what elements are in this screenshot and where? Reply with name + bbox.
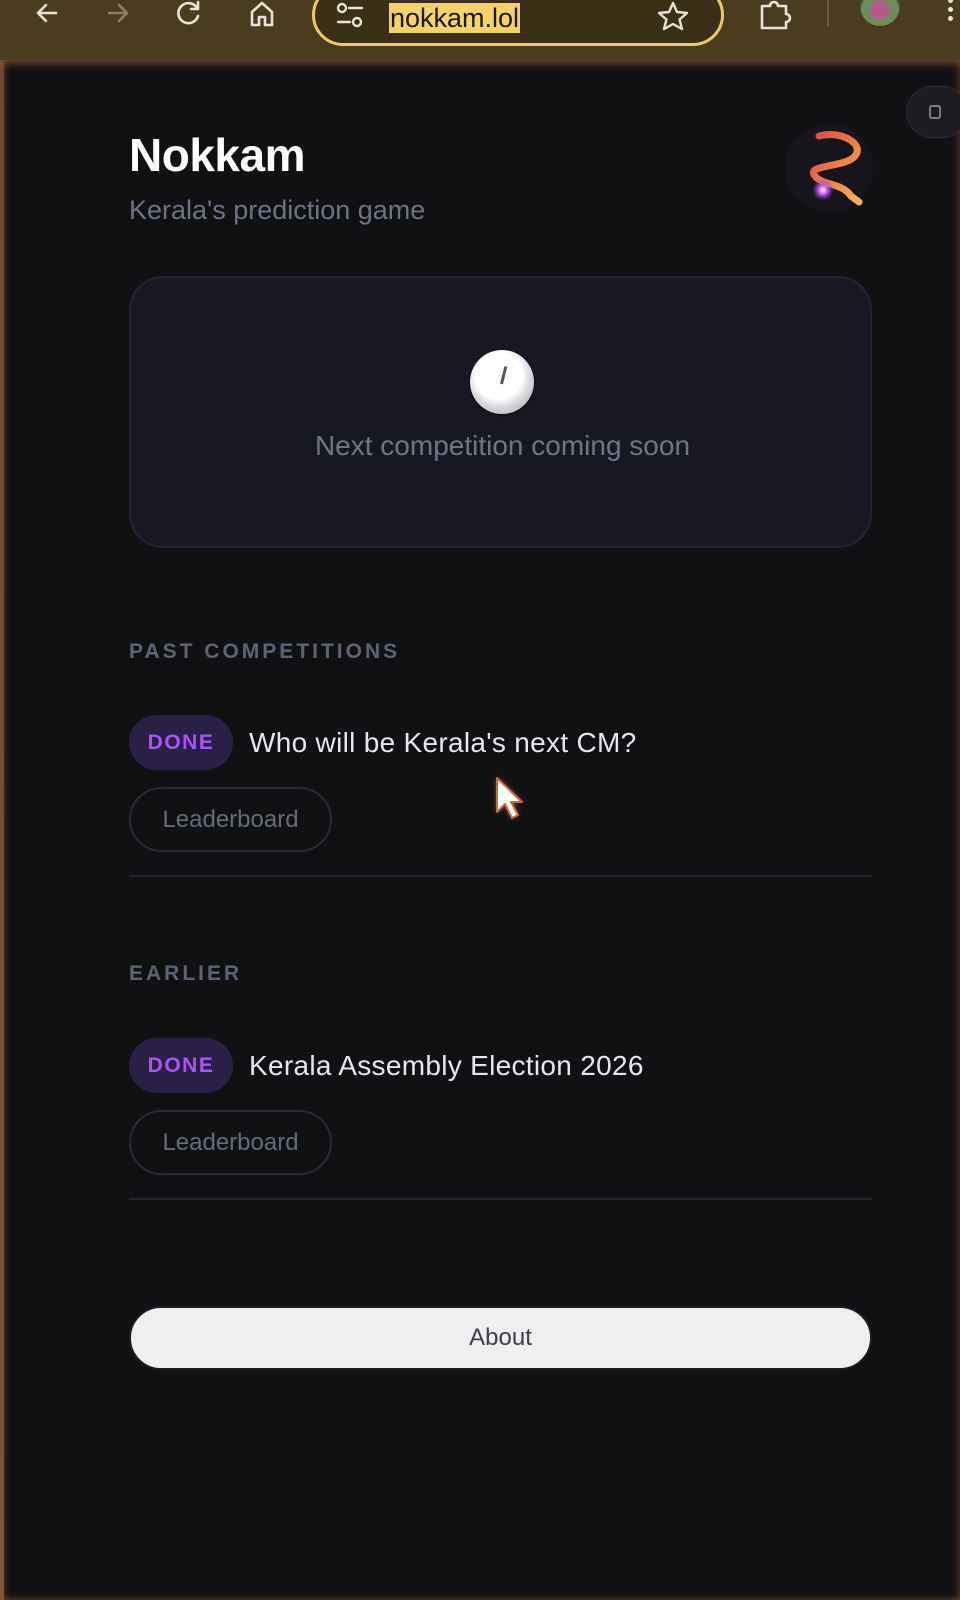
back-arrow-icon[interactable]	[27, 0, 67, 28]
lock-icon	[929, 105, 941, 119]
about-button[interactable]: About	[129, 1306, 872, 1370]
bookmark-star-icon[interactable]	[657, 1, 689, 36]
address-bar[interactable]: nokkam.lol	[312, 0, 724, 46]
toolbar-separator	[827, 0, 829, 26]
section-heading-past: PAST COMPETITIONS	[129, 640, 401, 663]
forward-arrow-icon[interactable]	[98, 0, 138, 28]
menu-dots-icon[interactable]	[948, 0, 956, 25]
competition-item: DONE Who will be Kerala's next CM? Leade…	[129, 715, 872, 877]
upcoming-competition-card: Next competition coming soon	[129, 276, 872, 548]
page-subtitle: Kerala's prediction game	[129, 195, 426, 225]
status-badge: DONE	[129, 715, 233, 770]
leaderboard-button[interactable]: Leaderboard	[129, 787, 332, 852]
divider	[129, 1198, 872, 1200]
competition-item: DONE Kerala Assembly Election 2026 Leade…	[129, 1038, 872, 1200]
section-heading-earlier: EARLIER	[129, 962, 243, 985]
url-text[interactable]: nokkam.lol	[389, 3, 521, 33]
competition-title[interactable]: Kerala Assembly Election 2026	[249, 1050, 644, 1082]
clock-icon	[470, 350, 534, 414]
divider	[129, 875, 872, 877]
page-viewport: Nokkam Kerala's prediction game Next com…	[0, 60, 960, 1600]
profile-avatar[interactable]	[860, 0, 900, 26]
lock-toggle-button[interactable]	[906, 86, 960, 138]
page-title: Nokkam	[129, 129, 305, 181]
reload-icon[interactable]	[169, 0, 209, 28]
site-settings-icon[interactable]	[335, 1, 365, 34]
mouse-cursor-icon	[493, 774, 533, 829]
upcoming-message: Next competition coming soon	[314, 430, 691, 461]
browser-toolbar: nokkam.lol	[0, 0, 960, 60]
logo-icon[interactable]	[785, 124, 873, 212]
competition-title[interactable]: Who will be Kerala's next CM?	[249, 727, 637, 759]
extensions-icon[interactable]	[758, 0, 792, 35]
status-badge: DONE	[129, 1038, 233, 1093]
home-icon[interactable]	[242, 0, 282, 28]
leaderboard-button[interactable]: Leaderboard	[129, 1110, 332, 1175]
